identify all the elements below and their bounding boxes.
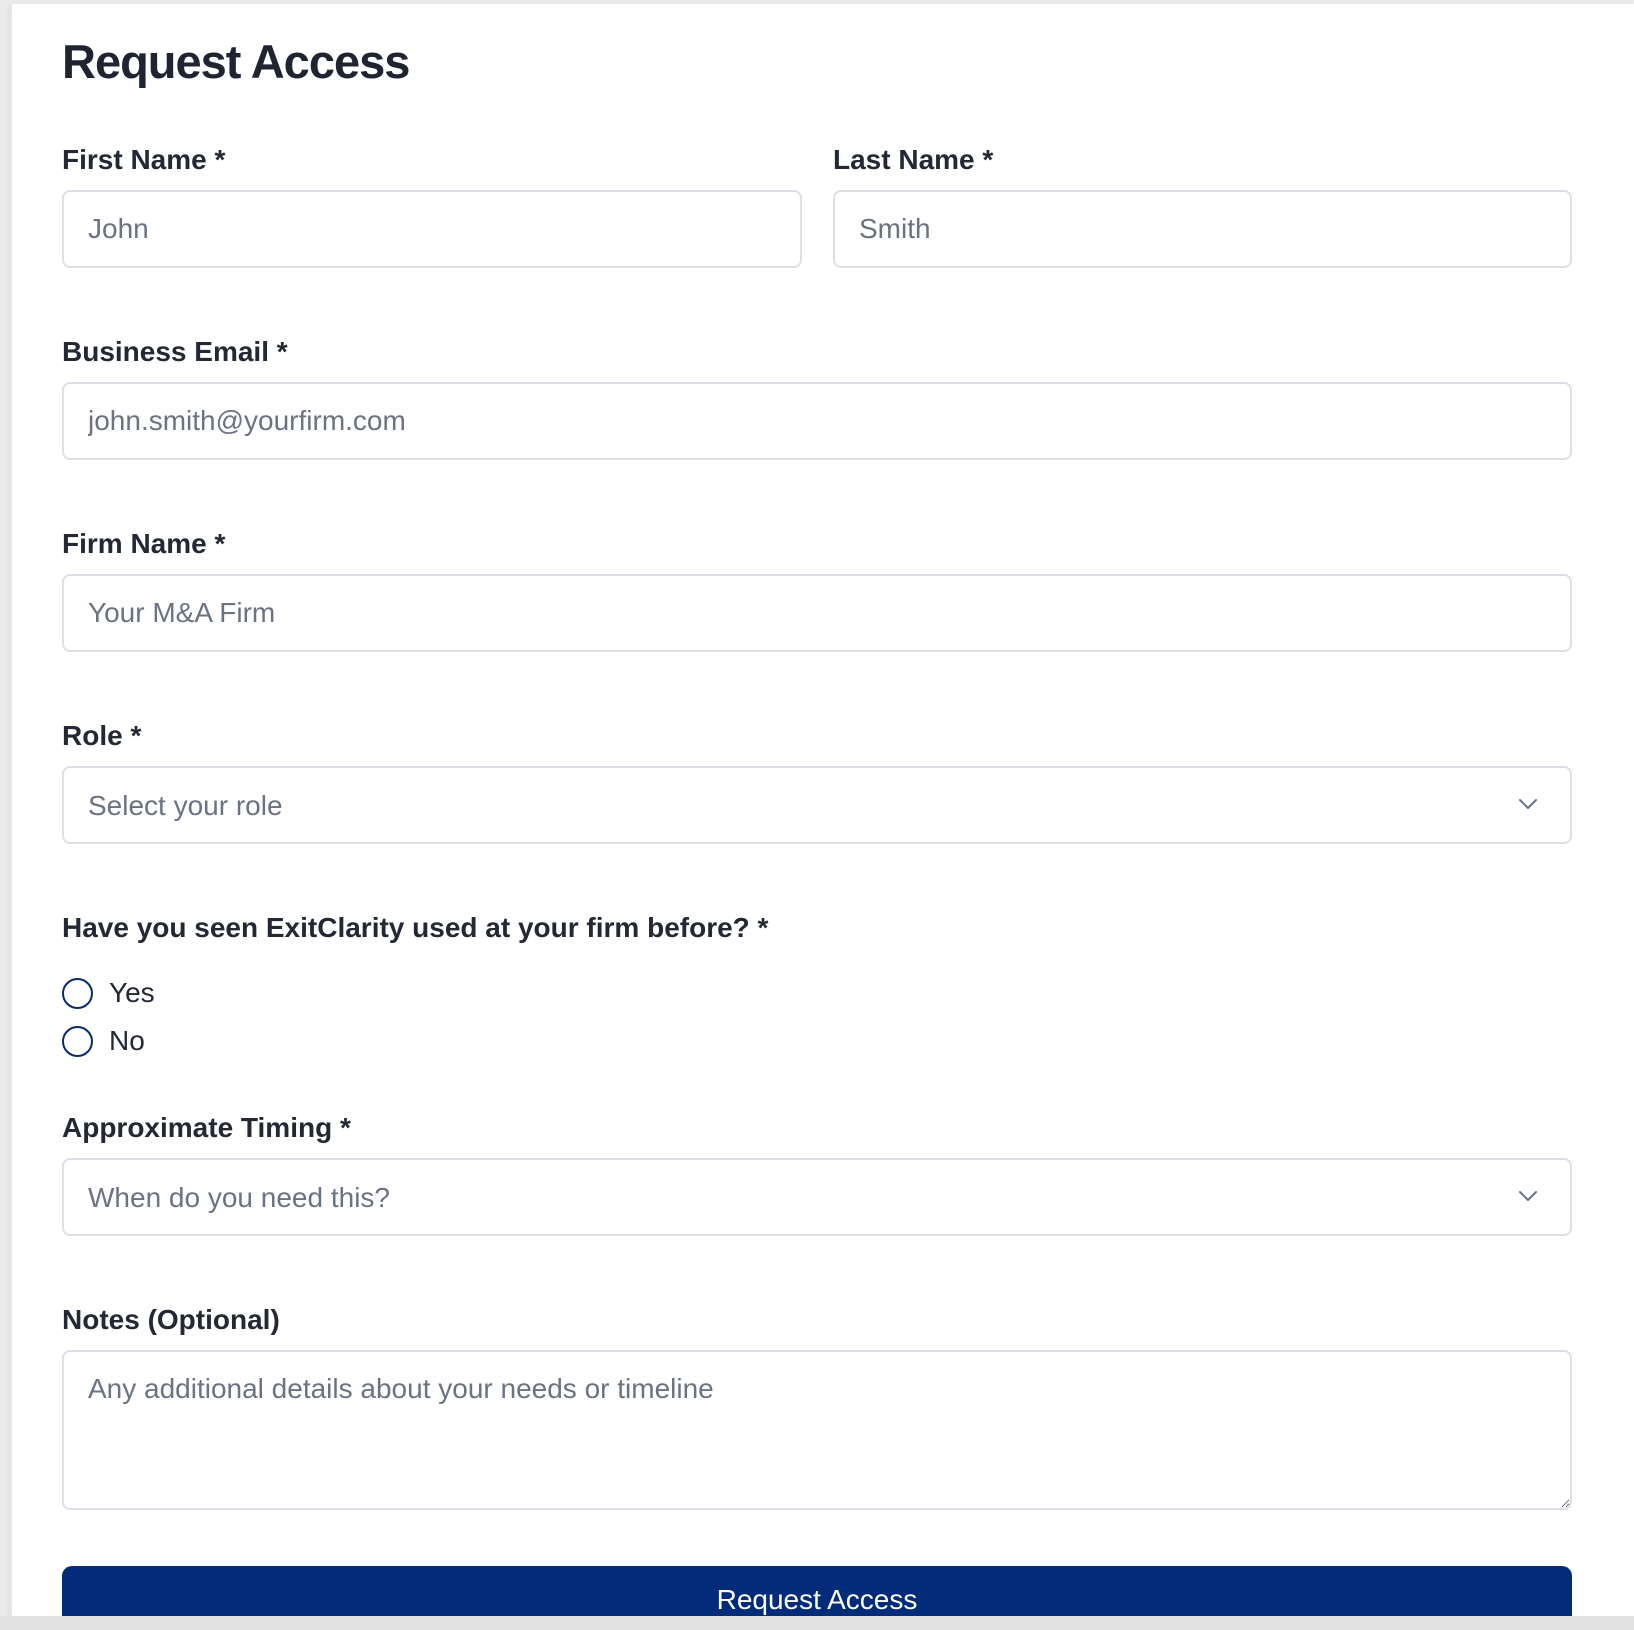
role-label: Role * (62, 720, 142, 751)
role-select[interactable]: Select your role (62, 766, 1572, 844)
chevron-down-icon (1519, 799, 1537, 809)
business-email-label: Business Email * (62, 336, 288, 367)
chevron-down-icon (1519, 1191, 1537, 1201)
last-name-label: Last Name * (833, 144, 994, 175)
firm-name-input[interactable] (62, 574, 1572, 652)
seen-before-label: Have you seen ExitClarity used at your f… (62, 912, 769, 943)
last-name-input[interactable] (833, 190, 1572, 268)
radio-no-label: No (109, 1025, 145, 1056)
first-name-label: First Name * (62, 144, 226, 175)
first-name-input[interactable] (62, 190, 802, 268)
radio-option-no[interactable]: No (62, 1024, 145, 1058)
radio-no-circle[interactable] (62, 1025, 93, 1057)
notes-label: Notes (Optional) (62, 1304, 280, 1335)
timing-label: Approximate Timing * (62, 1112, 351, 1143)
page-title: Request Access (62, 35, 410, 88)
radio-yes-label: Yes (109, 977, 155, 1008)
radio-option-yes[interactable]: Yes (62, 976, 155, 1010)
timing-select-value: When do you need this? (88, 1182, 390, 1213)
radio-yes-circle[interactable] (62, 977, 93, 1009)
window-bottom-edge (0, 1616, 1634, 1630)
notes-textarea[interactable] (62, 1350, 1572, 1510)
business-email-input[interactable] (62, 382, 1572, 460)
timing-select[interactable]: When do you need this? (62, 1158, 1572, 1236)
request-access-button[interactable]: Request Access (62, 1566, 1572, 1616)
request-access-card: Request Access First Name * Last Name * … (10, 4, 1634, 1616)
firm-name-label: Firm Name * (62, 528, 226, 559)
role-select-value: Select your role (88, 790, 283, 821)
